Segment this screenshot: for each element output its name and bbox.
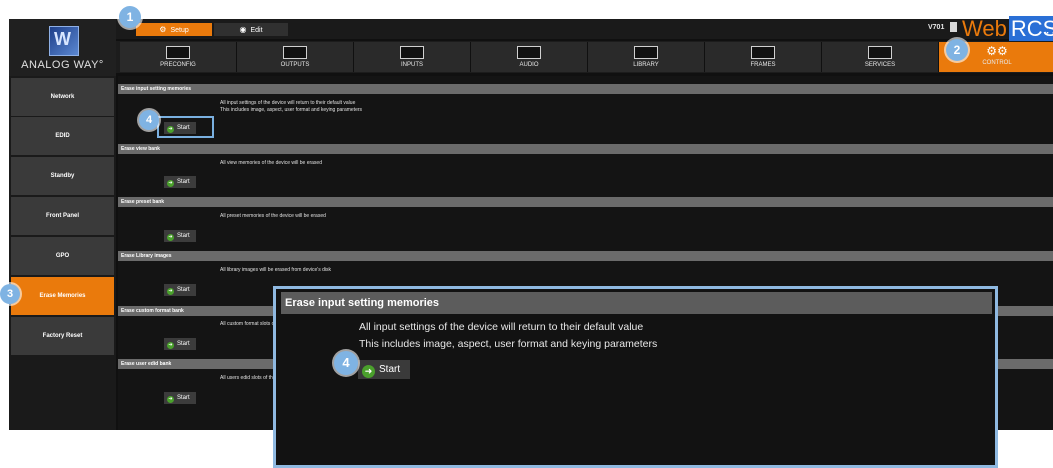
sidebar-item-network[interactable]: Network bbox=[11, 78, 114, 116]
frames-icon bbox=[751, 46, 775, 59]
setup-mode-tab[interactable]: ⚙ Setup bbox=[136, 23, 212, 36]
section-description: All input settings of the device will re… bbox=[220, 100, 362, 114]
start-button[interactable]: ➜ Start bbox=[164, 176, 196, 188]
nav-label: FRAMES bbox=[750, 62, 776, 68]
gear-icon: ⚙ bbox=[159, 25, 167, 34]
arrow-right-icon: ➜ bbox=[167, 342, 174, 349]
callout-4-zoom: 4 bbox=[334, 351, 358, 375]
sidebar-item-label: EDID bbox=[55, 133, 70, 139]
nav-label: PRECONFIG bbox=[160, 62, 196, 68]
start-label: Start bbox=[177, 395, 190, 401]
callout-1: 1 bbox=[119, 6, 141, 28]
callout-4: 4 bbox=[139, 110, 159, 130]
sidebar-item-front-panel[interactable]: Front Panel bbox=[11, 197, 114, 235]
description-line: All view memories of the device will be … bbox=[220, 160, 322, 166]
audio-icon bbox=[517, 46, 541, 59]
web-label: Web bbox=[962, 16, 1007, 41]
logo-mark-icon bbox=[49, 26, 79, 56]
sidebar-item-standby[interactable]: Standby bbox=[11, 157, 114, 195]
device-icon bbox=[950, 22, 957, 32]
nav-frames[interactable]: FRAMES bbox=[705, 42, 822, 72]
section-header: Erase preset bank bbox=[118, 197, 1053, 207]
services-icon bbox=[868, 46, 892, 59]
analog-way-logo: ANALOG WAY° bbox=[9, 19, 116, 76]
zoom-start-label: Start bbox=[379, 364, 401, 375]
callout-3: 3 bbox=[0, 284, 20, 304]
arrow-right-icon: ➜ bbox=[167, 234, 174, 241]
inputs-icon bbox=[400, 46, 424, 59]
edit-circle-icon: ◉ bbox=[239, 25, 247, 34]
nav-inputs[interactable]: INPUTS bbox=[354, 42, 471, 72]
zoom-section-header: Erase input setting memories bbox=[281, 292, 992, 314]
nav-label: LIBRARY bbox=[633, 62, 659, 68]
nav-outputs[interactable]: OUTPUTS bbox=[237, 42, 354, 72]
edit-mode-tab[interactable]: ◉ Edit bbox=[214, 23, 288, 36]
edit-label: Edit bbox=[250, 27, 263, 34]
nav-label: AUDIO bbox=[519, 62, 539, 68]
highlight-box bbox=[157, 116, 214, 138]
sidebar-item-label: Network bbox=[50, 94, 75, 100]
fullscreen-icon[interactable]: ∷ bbox=[1046, 22, 1053, 39]
start-button[interactable]: ➜ Start bbox=[164, 392, 196, 404]
start-label: Start bbox=[177, 341, 190, 347]
sidebar-item-erase-memories[interactable]: Erase Memories bbox=[11, 277, 114, 315]
section-description: All view memories of the device will be … bbox=[220, 160, 322, 167]
section-header: Erase input setting memories bbox=[118, 84, 1053, 94]
section-header: Erase Library images bbox=[118, 251, 1053, 261]
description-line: This includes image, aspect, user format… bbox=[220, 107, 363, 113]
sidebar-item-label: GPO bbox=[55, 253, 70, 259]
callout-2: 2 bbox=[946, 39, 968, 61]
zoom-start-button[interactable]: ➜ Start bbox=[358, 360, 410, 379]
start-label: Start bbox=[177, 287, 190, 293]
nav-services[interactable]: SERVICES bbox=[822, 42, 939, 72]
sidebar-item-label: Standby bbox=[50, 173, 75, 179]
web-rcs-brand: Web RCS bbox=[962, 16, 1053, 41]
start-button[interactable]: ➜ Start bbox=[164, 230, 196, 242]
version-label: V701 bbox=[928, 24, 945, 31]
preconfig-icon bbox=[166, 46, 190, 59]
arrow-right-icon: ➜ bbox=[362, 365, 375, 378]
sidebar-item-label: Factory Reset bbox=[42, 333, 83, 339]
gears-icon: ⚙⚙ bbox=[986, 44, 1008, 58]
start-label: Start bbox=[177, 233, 190, 239]
nav-label: INPUTS bbox=[400, 62, 423, 68]
logo-text: ANALOG WAY° bbox=[21, 59, 104, 71]
sidebar-item-gpo[interactable]: GPO bbox=[11, 237, 114, 275]
arrow-right-icon: ➜ bbox=[167, 180, 174, 187]
setup-label: Setup bbox=[170, 27, 189, 34]
nav-label: CONTROL bbox=[982, 60, 1012, 66]
sidebar-item-label: Erase Memories bbox=[39, 293, 86, 299]
section-header: Erase view bank bbox=[118, 144, 1053, 154]
zoom-description-line: All input settings of the device will re… bbox=[359, 321, 644, 333]
outputs-icon bbox=[283, 46, 307, 59]
start-label: Start bbox=[177, 179, 190, 185]
description-line: All library images will be erased from d… bbox=[220, 267, 331, 273]
start-button[interactable]: ➜ Start bbox=[164, 338, 196, 350]
arrow-right-icon: ➜ bbox=[167, 396, 174, 403]
nav-audio[interactable]: AUDIO bbox=[471, 42, 588, 72]
sidebar-item-factory-reset[interactable]: Factory Reset bbox=[11, 317, 114, 355]
description-line: All preset memories of the device will b… bbox=[220, 213, 326, 219]
nav-preconfig[interactable]: PRECONFIG bbox=[120, 42, 237, 72]
section-description: All library images will be erased from d… bbox=[220, 267, 331, 274]
section-description: All preset memories of the device will b… bbox=[220, 213, 326, 220]
zoom-description-line: This includes image, aspect, user format… bbox=[359, 338, 658, 350]
nav-label: SERVICES bbox=[864, 62, 896, 68]
sidebar-item-edid[interactable]: EDID bbox=[11, 117, 114, 155]
sidebar-item-label: Front Panel bbox=[45, 213, 79, 219]
nav-label: OUTPUTS bbox=[280, 62, 310, 68]
arrow-right-icon: ➜ bbox=[167, 288, 174, 295]
library-icon bbox=[634, 46, 658, 59]
description-line: All input settings of the device will re… bbox=[220, 100, 356, 106]
start-button[interactable]: ➜ Start bbox=[164, 284, 196, 296]
nav-library[interactable]: LIBRARY bbox=[588, 42, 705, 72]
